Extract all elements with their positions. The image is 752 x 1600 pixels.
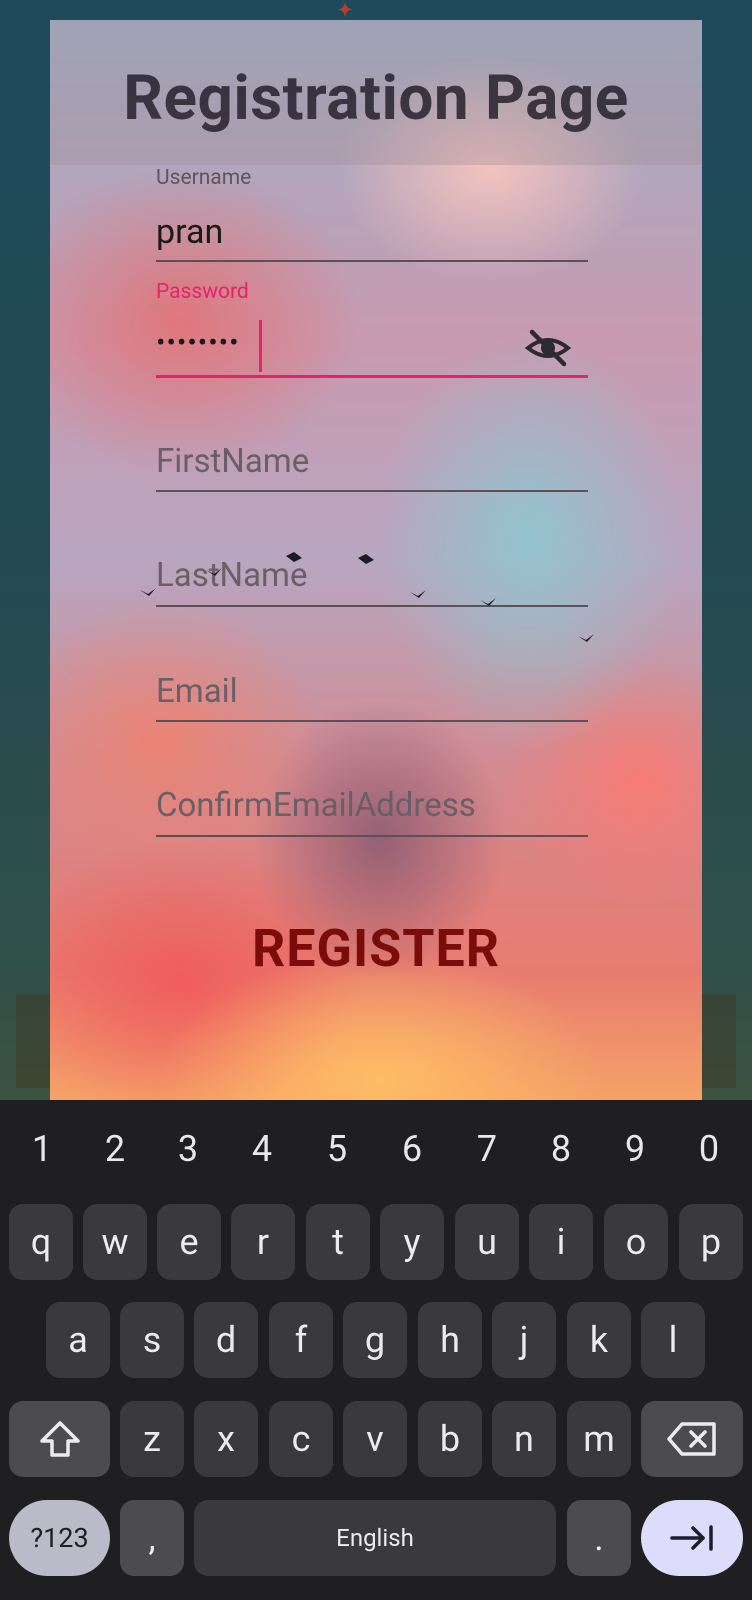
key-b[interactable]: b	[418, 1401, 482, 1477]
symbols-key[interactable]: ?123	[9, 1500, 110, 1576]
key-a[interactable]: a	[46, 1302, 110, 1378]
bird-icon	[480, 598, 496, 606]
key-6[interactable]: 6	[382, 1128, 442, 1170]
bird-icon	[286, 552, 302, 562]
bird-icon	[206, 568, 222, 576]
last-name-input[interactable]: LastName	[156, 556, 307, 595]
text-cursor	[259, 320, 262, 372]
key-4[interactable]: 4	[232, 1128, 292, 1170]
email-underline	[156, 720, 588, 722]
shift-icon[interactable]	[9, 1401, 110, 1477]
key-n[interactable]: n	[492, 1401, 556, 1477]
period-key[interactable]: .	[567, 1500, 631, 1576]
key-d[interactable]: d	[194, 1302, 258, 1378]
key-7[interactable]: 7	[457, 1128, 517, 1170]
password-label: Password	[156, 280, 249, 304]
username-underline	[156, 260, 588, 262]
key-g[interactable]: g	[343, 1302, 407, 1378]
key-t[interactable]: t	[306, 1204, 370, 1280]
key-2[interactable]: 2	[85, 1128, 145, 1170]
bird-icon	[140, 588, 156, 596]
key-p[interactable]: p	[679, 1204, 743, 1280]
key-l[interactable]: l	[641, 1302, 705, 1378]
key-o[interactable]: o	[604, 1204, 668, 1280]
key-3[interactable]: 3	[158, 1128, 218, 1170]
key-y[interactable]: y	[380, 1204, 444, 1280]
registration-card: Registration Page Username pran Password…	[50, 20, 702, 1100]
key-z[interactable]: z	[120, 1401, 184, 1477]
register-button[interactable]: REGISTER	[50, 918, 702, 979]
key-w[interactable]: w	[83, 1204, 147, 1280]
key-f[interactable]: f	[269, 1302, 333, 1378]
first-name-underline	[156, 490, 588, 492]
key-k[interactable]: k	[567, 1302, 631, 1378]
key-e[interactable]: e	[157, 1204, 221, 1280]
decorative-mark: ✦	[337, 0, 353, 21]
eye-off-icon[interactable]	[524, 328, 572, 368]
key-0[interactable]: 0	[679, 1128, 739, 1170]
key-q[interactable]: q	[9, 1204, 73, 1280]
bird-icon	[578, 634, 594, 642]
confirm-email-underline	[156, 835, 588, 837]
key-u[interactable]: u	[455, 1204, 519, 1280]
username-label: Username	[156, 166, 252, 190]
key-m[interactable]: m	[567, 1401, 631, 1477]
backspace-icon[interactable]	[641, 1401, 743, 1477]
first-name-input[interactable]: FirstName	[156, 442, 309, 481]
key-1[interactable]: 1	[12, 1128, 72, 1170]
page-title: Registration Page	[123, 62, 629, 135]
key-i[interactable]: i	[529, 1204, 593, 1280]
bird-icon	[358, 554, 374, 564]
email-input[interactable]: Email	[156, 672, 238, 711]
key-s[interactable]: s	[120, 1302, 184, 1378]
key-9[interactable]: 9	[605, 1128, 665, 1170]
key-j[interactable]: j	[492, 1302, 556, 1378]
key-r[interactable]: r	[231, 1204, 295, 1280]
space-key[interactable]: English	[194, 1500, 556, 1576]
key-h[interactable]: h	[418, 1302, 482, 1378]
key-5[interactable]: 5	[307, 1128, 367, 1170]
password-input[interactable]: ••••••••	[156, 326, 240, 359]
key-x[interactable]: x	[194, 1401, 258, 1477]
last-name-underline	[156, 605, 588, 607]
bird-icon	[410, 590, 426, 598]
key-v[interactable]: v	[343, 1401, 407, 1477]
confirm-email-input[interactable]: ConfirmEmailAddress	[156, 786, 476, 825]
next-icon[interactable]	[641, 1500, 743, 1576]
key-8[interactable]: 8	[531, 1128, 591, 1170]
username-input[interactable]: pran	[156, 212, 223, 252]
comma-key[interactable]: ,	[120, 1500, 184, 1576]
password-underline	[156, 375, 588, 378]
key-c[interactable]: c	[269, 1401, 333, 1477]
